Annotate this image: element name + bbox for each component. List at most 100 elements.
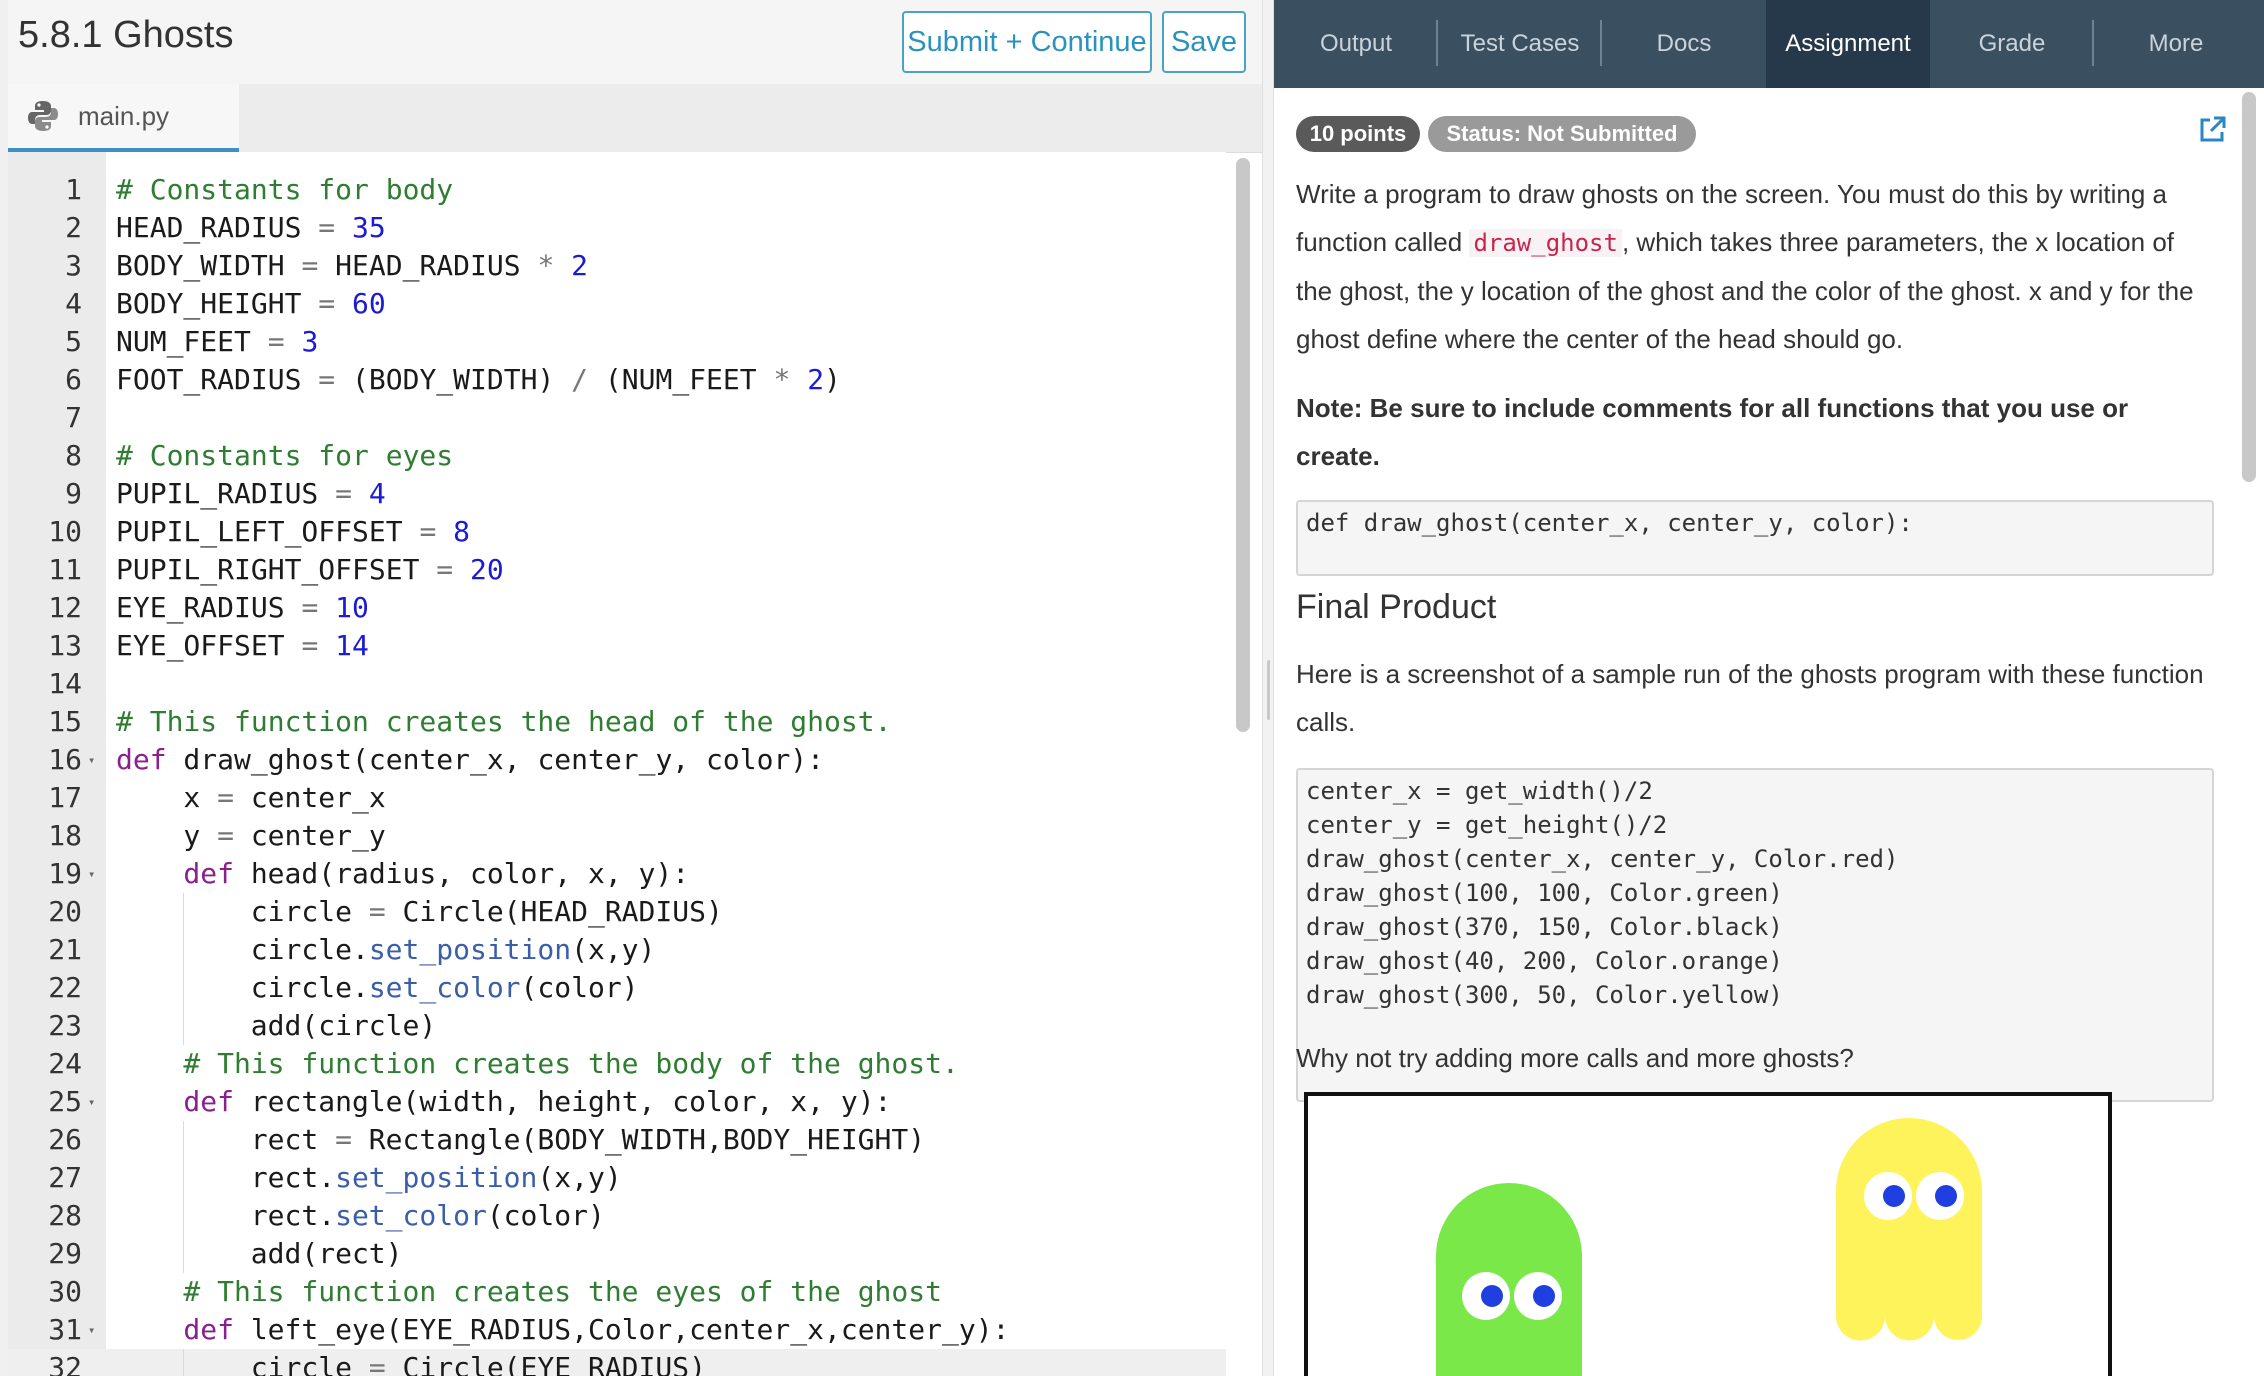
code-line[interactable]: 24 # This function creates the body of th… [8,1045,1226,1083]
panel-scrollbar[interactable] [2242,92,2256,482]
code-line[interactable]: 1 # Constants for body [8,171,1226,209]
title-bar: 5.8.1 Ghosts Submit + Continue Save [0,0,1262,85]
line-number: 11 [48,553,82,586]
external-link-icon[interactable] [2196,114,2228,146]
code-line[interactable]: 22 circle.set_color(color) [8,969,1226,1007]
line-number: 13 [48,629,82,662]
indent-guide [183,1349,185,1376]
code-text: # Constants for eyes [116,439,454,472]
code-text: NUM_FEET = 3 [116,325,319,358]
code-text: rect = Rectangle(BODY_WIDTH,BODY_HEIGHT) [250,1123,926,1156]
code-text: def head(radius, color, x, y): [183,857,690,890]
tab-docs[interactable]: Docs [1602,0,1766,88]
code-line[interactable]: 6 FOOT_RADIUS = (BODY_WIDTH) / (NUM_FEET … [8,361,1226,399]
code-line[interactable]: 19 ▾ def head(radius, color, x, y): [8,855,1226,893]
code-text: def draw_ghost(center_x, center_y, color… [116,743,825,776]
code-line[interactable]: 15 # This function creates the head of th… [8,703,1226,741]
code-text: # Constants for body [116,173,454,206]
line-number: 24 [48,1047,82,1080]
splitter-handle[interactable] [1267,660,1270,720]
code-line[interactable]: 18 y = center_y [8,817,1226,855]
code-text: EYE_RADIUS = 10 [116,591,369,624]
code-line[interactable]: 12 EYE_RADIUS = 10 [8,589,1226,627]
code-line[interactable]: 21 circle.set_position(x,y) [8,931,1226,969]
file-tabs: main.py [0,84,1262,153]
code-line[interactable]: 32 circle = Circle(EYE_RADIUS) [8,1349,1226,1376]
line-number: 18 [48,819,82,852]
code-line[interactable]: 25 ▾ def rectangle(width, height, color, x… [8,1083,1226,1121]
line-number: 4 [65,287,82,320]
code-line[interactable]: 10 PUPIL_LEFT_OFFSET = 8 [8,513,1226,551]
fold-toggle-icon[interactable]: ▾ [88,855,95,893]
line-number: 27 [48,1161,82,1194]
code-line[interactable]: 9 PUPIL_RADIUS = 4 [8,475,1226,513]
line-number: 22 [48,971,82,1004]
save-button[interactable]: Save [1162,11,1246,73]
pane-splitter[interactable] [1262,0,1274,1376]
line-number: 5 [65,325,82,358]
code-line[interactable]: 29 add(rect) [8,1235,1226,1273]
status-badge: Status: Not Submitted [1428,116,1696,152]
line-number: 21 [48,933,82,966]
code-line[interactable]: 20 circle = Circle(HEAD_RADIUS) [8,893,1226,931]
sample-call-line: center_y = get_height()/2 [1306,811,1668,839]
signature-line: def draw_ghost(center_x, center_y, color… [1306,509,1913,537]
line-number: 29 [48,1237,82,1270]
code-line[interactable]: 27 rect.set_position(x,y) [8,1159,1226,1197]
code-line[interactable]: 13 EYE_OFFSET = 14 [8,627,1226,665]
code-line[interactable]: 26 rect = Rectangle(BODY_WIDTH,BODY_HEIGH… [8,1121,1226,1159]
code-text: rect.set_position(x,y) [250,1161,622,1194]
final-product-heading: Final Product [1296,588,1497,626]
code-text: # This function creates the body of the … [183,1047,959,1080]
tab-grade[interactable]: Grade [1930,0,2094,88]
code-text: FOOT_RADIUS = (BODY_WIDTH) / (NUM_FEET *… [116,363,841,396]
file-tab-main-py[interactable]: main.py [8,84,239,153]
code-line[interactable]: 16 ▾ def draw_ghost(center_x, center_y, co… [8,741,1226,779]
sample-output-image [1304,1092,2112,1376]
code-line[interactable]: 5 NUM_FEET = 3 [8,323,1226,361]
fold-toggle-icon[interactable]: ▾ [88,741,95,779]
line-number: 9 [65,477,82,510]
code-line[interactable]: 11 PUPIL_RIGHT_OFFSET = 20 [8,551,1226,589]
code-line[interactable]: 30 # This function creates the eyes of th… [8,1273,1226,1311]
submit-continue-button[interactable]: Submit + Continue [902,11,1152,73]
line-number: 26 [48,1123,82,1156]
tab-output[interactable]: Output [1274,0,1438,88]
tab-more[interactable]: More [2094,0,2258,88]
code-line[interactable]: 7 [8,399,1226,437]
python-icon [28,101,58,131]
line-number: 30 [48,1275,82,1308]
code-line[interactable]: 23 add(circle) [8,1007,1226,1045]
yellow-ghost [1836,1118,1982,1341]
line-number: 20 [48,895,82,928]
tab-test-cases[interactable]: Test Cases [1438,0,1602,88]
code-line[interactable]: 3 BODY_WIDTH = HEAD_RADIUS * 2 [8,247,1226,285]
line-number: 28 [48,1199,82,1232]
code-line[interactable]: 28 rect.set_color(color) [8,1197,1226,1235]
code-text: y = center_y [183,819,386,852]
ghosts-illustration [1436,1118,1982,1376]
line-number: 32 [48,1351,82,1376]
tab-assignment[interactable]: Assignment [1766,0,1930,88]
code-line[interactable]: 4 BODY_HEIGHT = 60 [8,285,1226,323]
indent-guide [183,1159,185,1197]
screenshot-description: Here is a screenshot of a sample run of … [1296,659,2204,737]
code-line[interactable]: 31 ▾ def left_eye(EYE_RADIUS,Color,center_… [8,1311,1226,1349]
fold-toggle-icon[interactable]: ▾ [88,1083,95,1121]
line-number: 10 [48,515,82,548]
editor-scrollbar[interactable] [1236,158,1250,732]
code-line[interactable]: 14 [8,665,1226,703]
indent-guide [183,1007,185,1045]
panel-tab-bar: Output Test Cases Docs Assignment Grade More [1274,0,2264,88]
code-line[interactable]: 8 # Constants for eyes [8,437,1226,475]
sample-call-line: draw_ghost(40, 200, Color.orange) [1306,947,1783,975]
line-number: 23 [48,1009,82,1042]
indent-guide [183,893,185,931]
code-text: PUPIL_RIGHT_OFFSET = 20 [116,553,504,586]
line-number: 3 [65,249,82,282]
code-line[interactable]: 17 x = center_x [8,779,1226,817]
fold-toggle-icon[interactable]: ▾ [88,1311,95,1349]
code-editor[interactable]: 1 # Constants for body 2 HEAD_RADIUS = 35 3 B… [8,152,1226,1376]
side-panel: Output Test Cases Docs Assignment Grade More … [1274,0,2264,1376]
code-line[interactable]: 2 HEAD_RADIUS = 35 [8,209,1226,247]
